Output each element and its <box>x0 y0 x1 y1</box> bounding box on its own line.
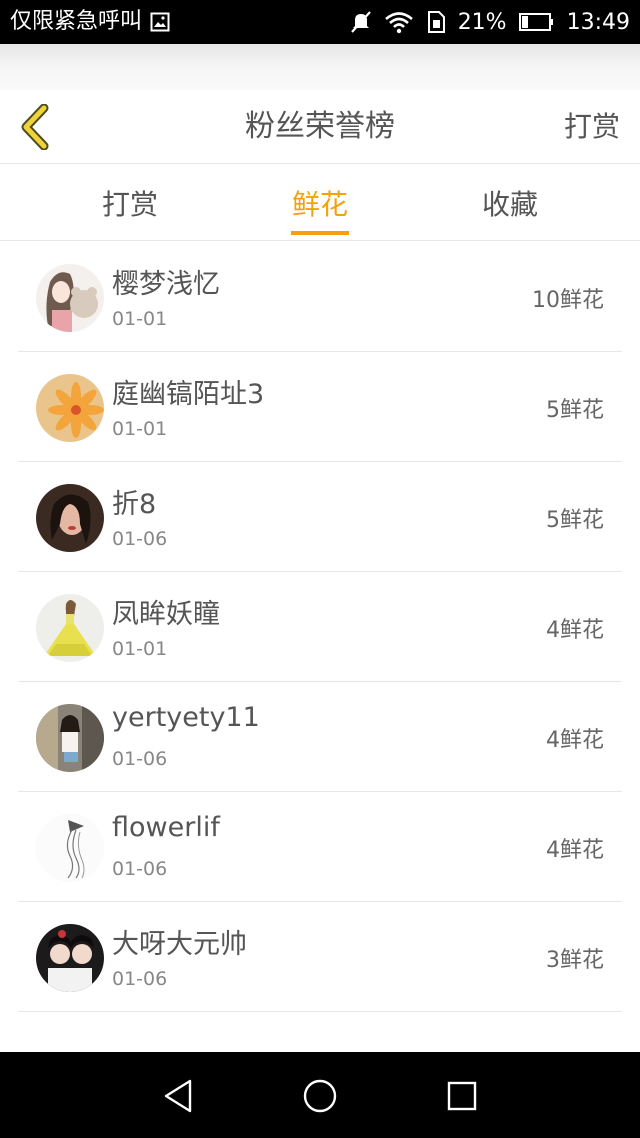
tab-flowers[interactable]: 鲜花 <box>250 165 390 241</box>
fan-list: 樱梦浅忆 01-01 10鲜花 庭幽镐陌址3 01-01 5鲜花 折8 01-0… <box>0 242 640 1012</box>
flower-count: 4鲜花 <box>546 838 604 863</box>
fan-name: 折8 <box>112 489 157 520</box>
nav-home-button[interactable] <box>300 1076 340 1116</box>
avatar <box>36 264 104 332</box>
image-notification-icon <box>150 12 170 32</box>
status-bar: 仅限紧急呼叫 21% 13:49 <box>0 0 640 44</box>
list-item[interactable]: yertyety11 01-06 4鲜花 <box>0 682 640 792</box>
header: 粉丝荣誉榜 打赏 <box>0 90 640 164</box>
flower-count: 5鲜花 <box>546 398 604 423</box>
fan-name: 凤眸妖瞳 <box>112 599 220 630</box>
status-left: 仅限紧急呼叫 <box>10 6 170 38</box>
list-item[interactable]: 折8 01-06 5鲜花 <box>0 462 640 572</box>
reward-action-button[interactable]: 打赏 <box>564 90 620 164</box>
fan-name: yertyety11 <box>112 702 260 733</box>
flower-count: 10鲜花 <box>532 288 604 313</box>
tab-bar: 打赏 鲜花 收藏 <box>0 165 640 241</box>
flower-count: 4鲜花 <box>546 618 604 643</box>
fan-date: 01-01 <box>112 418 168 440</box>
fan-date: 01-06 <box>112 968 168 990</box>
flower-count: 5鲜花 <box>546 508 604 533</box>
list-item[interactable]: 大呀大元帅 01-06 3鲜花 <box>0 902 640 1012</box>
back-triangle-icon <box>164 1079 192 1113</box>
recents-square-icon <box>447 1081 477 1111</box>
tab-reward[interactable]: 打赏 <box>60 165 200 241</box>
carrier-text: 仅限紧急呼叫 <box>10 9 143 34</box>
sim-icon <box>426 10 446 34</box>
wifi-icon <box>384 10 414 34</box>
avatar <box>36 594 104 662</box>
list-item[interactable]: flowerlif 01-06 4鲜花 <box>0 792 640 902</box>
home-circle-icon <box>303 1079 337 1113</box>
mute-icon <box>350 10 372 34</box>
list-item[interactable]: 樱梦浅忆 01-01 10鲜花 <box>0 242 640 352</box>
battery-percent: 21% <box>457 9 507 35</box>
flower-count: 3鲜花 <box>546 948 604 973</box>
fan-name: flowerlif <box>112 812 220 843</box>
status-shadow <box>0 44 640 90</box>
fan-name: 樱梦浅忆 <box>112 269 220 300</box>
status-right: 21% 13:49 <box>350 6 630 38</box>
active-tab-indicator <box>291 231 349 235</box>
avatar <box>36 814 104 882</box>
fan-date: 01-01 <box>112 308 168 330</box>
avatar <box>36 924 104 992</box>
fan-date: 01-06 <box>112 858 168 880</box>
avatar <box>36 374 104 442</box>
list-item[interactable]: 庭幽镐陌址3 01-01 5鲜花 <box>0 352 640 462</box>
fan-date: 01-06 <box>112 528 168 550</box>
clock: 13:49 <box>566 9 630 35</box>
fan-date: 01-06 <box>112 748 168 770</box>
nav-recents-button[interactable] <box>442 1076 482 1116</box>
fan-date: 01-01 <box>112 638 168 660</box>
page-title: 粉丝荣誉榜 <box>245 109 395 144</box>
avatar <box>36 704 104 772</box>
list-item[interactable]: 凤眸妖瞳 01-01 4鲜花 <box>0 572 640 682</box>
flower-count: 4鲜花 <box>546 728 604 753</box>
battery-icon <box>518 12 555 32</box>
system-nav-bar <box>0 1052 640 1138</box>
nav-back-button[interactable] <box>158 1076 198 1116</box>
fan-name: 庭幽镐陌址3 <box>112 379 265 410</box>
tab-favorites[interactable]: 收藏 <box>440 165 580 241</box>
avatar <box>36 484 104 552</box>
fan-name: 大呀大元帅 <box>112 929 247 960</box>
divider <box>18 1011 622 1012</box>
